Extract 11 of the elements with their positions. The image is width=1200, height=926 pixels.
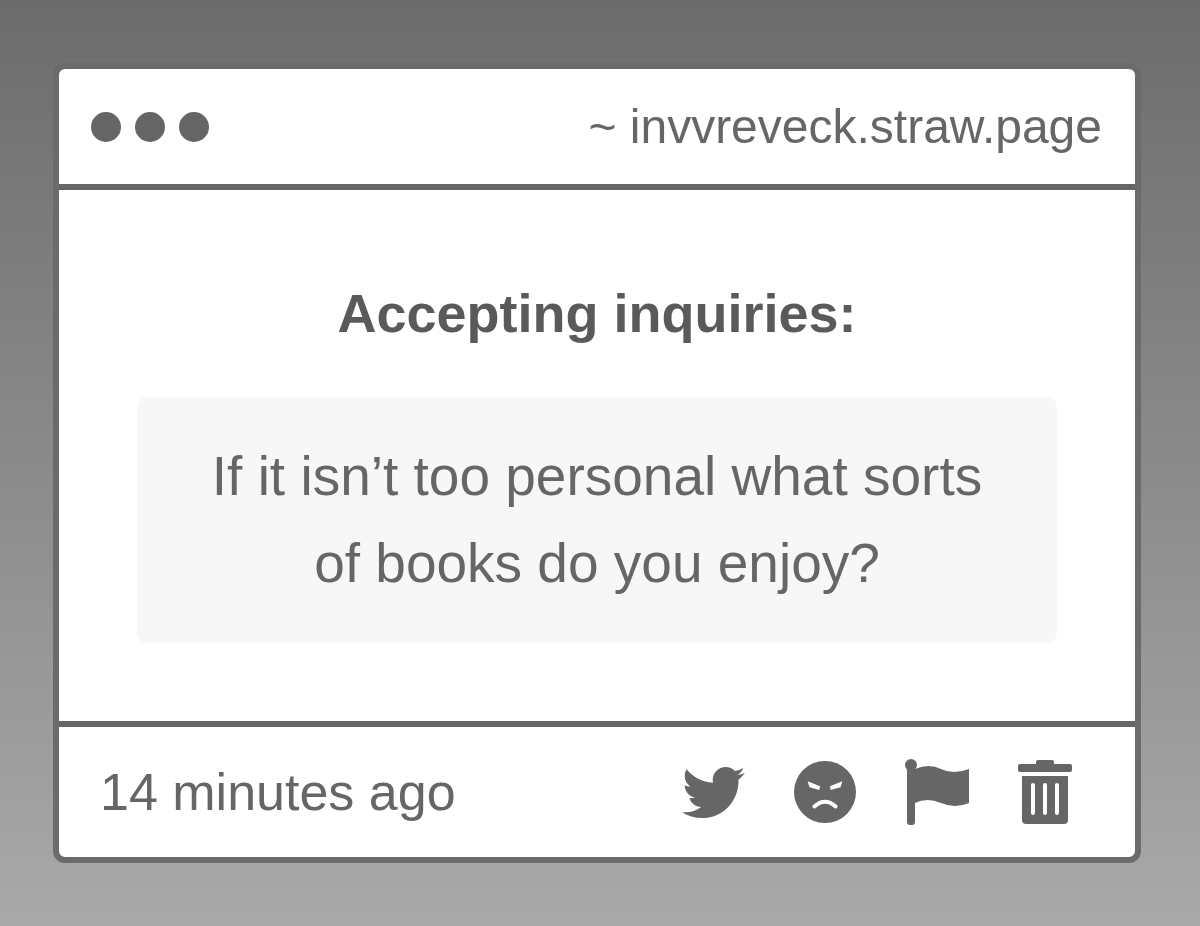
angry-face-icon[interactable]	[794, 761, 856, 823]
question-text: If it isn’t too personal what sorts of books do you enjoy?	[210, 444, 984, 596]
post-heading: Accepting inquiries:	[337, 282, 857, 345]
window-dot-icon	[91, 111, 121, 142]
window-dot-icon	[135, 111, 165, 142]
bird-icon[interactable]	[682, 766, 745, 818]
page-url: ~ invvreveck.straw.page	[588, 98, 1102, 155]
timestamp: 14 minutes ago	[100, 761, 456, 823]
window-dot-icon	[179, 111, 209, 142]
trash-icon[interactable]	[1018, 760, 1072, 824]
flag-icon[interactable]	[905, 759, 969, 825]
